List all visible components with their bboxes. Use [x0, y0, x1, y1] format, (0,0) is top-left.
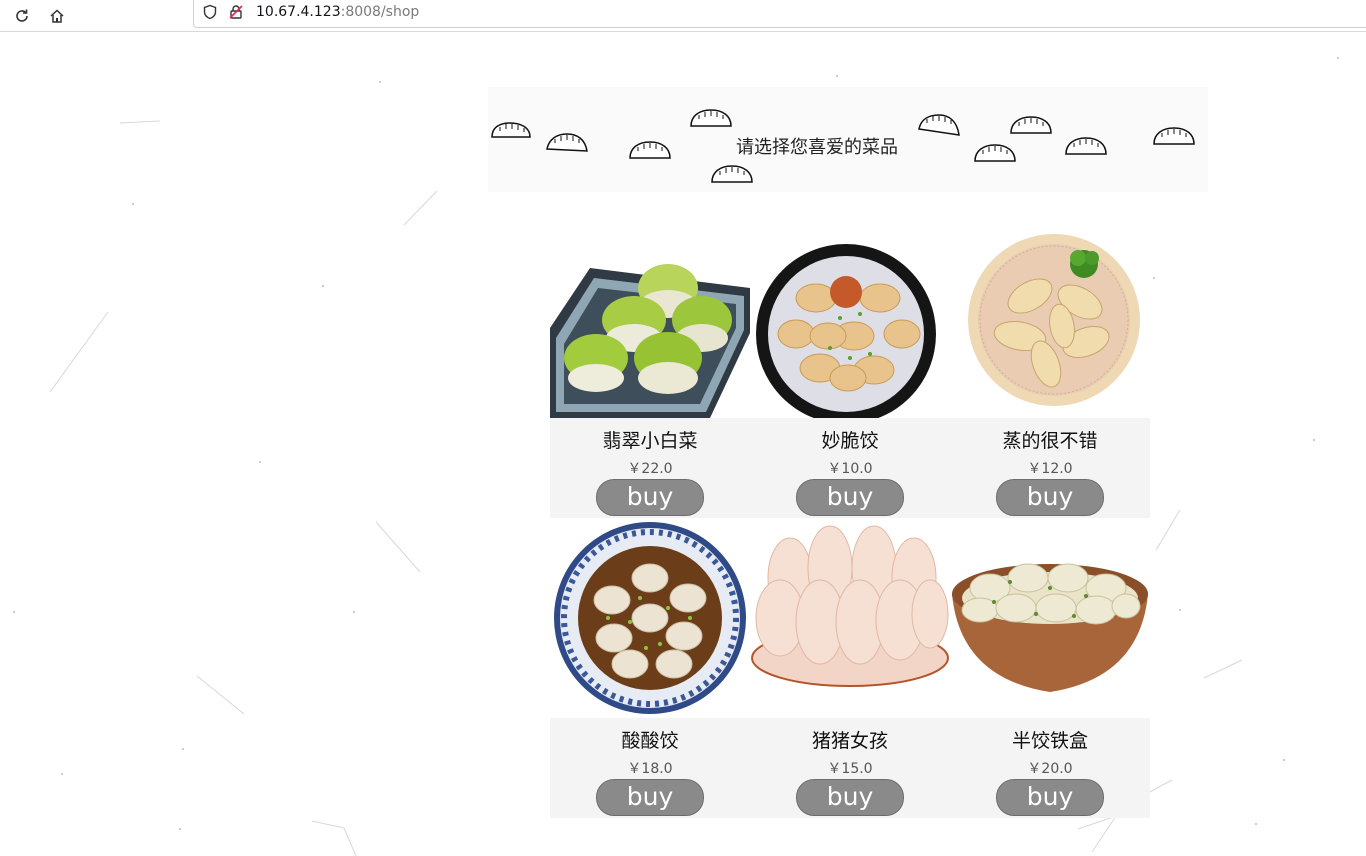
home-icon[interactable] [45, 4, 69, 28]
product-name: 半饺铁盒 [1011, 730, 1088, 752]
dumplings-wooden-bowl-image [952, 563, 1148, 692]
product-name: 翡翠小白菜 [602, 430, 698, 452]
product-card: 翡翠小白菜 ￥22.0 buy [550, 218, 750, 518]
product-info: 翡翠小白菜 ￥22.0 buy [550, 418, 750, 518]
product-card: 蒸的很不错 ￥12.0 buy [950, 218, 1150, 518]
steamed-dumplings-basket-image [968, 234, 1140, 406]
buy-button[interactable]: buy [596, 779, 704, 816]
product-price: ￥18.0 [627, 761, 673, 777]
dumpling-doodle-icon [546, 133, 588, 152]
dumpling-doodle-icon [690, 109, 732, 127]
product-price: ￥15.0 [827, 761, 873, 777]
buy-button[interactable]: buy [996, 779, 1104, 816]
sour-soup-dumplings-bowl-image [554, 522, 746, 714]
buy-button[interactable]: buy [796, 779, 904, 816]
product-price: ￥20.0 [1027, 761, 1073, 777]
dumpling-doodle-icon [974, 144, 1016, 162]
fried-dumplings-bowl-image [756, 244, 936, 418]
banner-title: 请选择您喜爱的菜品 [736, 137, 898, 158]
product-info: 蒸的很不错 ￥12.0 buy [950, 418, 1150, 518]
product-card: 猪猪女孩 ￥15.0 buy [750, 518, 950, 818]
jade-dumplings-plate-image [550, 264, 750, 418]
product-info: 猪猪女孩 ￥15.0 buy [750, 718, 950, 818]
product-info: 半饺铁盒 ￥20.0 buy [950, 718, 1150, 818]
dumpling-doodle-icon [1010, 116, 1052, 134]
dumpling-doodle-icon [711, 165, 753, 183]
product-name: 酸酸饺 [621, 730, 679, 752]
pork-dumplings-plate-image [751, 525, 949, 687]
dumpling-doodle-icon [1153, 127, 1195, 145]
reload-icon[interactable] [10, 4, 34, 28]
buy-button[interactable]: buy [996, 479, 1104, 516]
product-name: 妙脆饺 [821, 430, 879, 452]
product-card: 半饺铁盒 ￥20.0 buy [950, 518, 1150, 818]
browser-toolbar: 10.67.4.123:8008/shop [0, 0, 1366, 32]
url-text[interactable]: 10.67.4.123:8008/shop [256, 4, 419, 20]
shield-icon[interactable] [198, 0, 222, 24]
product-card: 酸酸饺 ￥18.0 buy [550, 518, 750, 818]
dumpling-doodle-icon [491, 122, 531, 138]
product-row: 酸酸饺 ￥18.0 buy 猪猪女孩 ￥15.0 buy 半饺铁盒 ￥20.0 … [550, 518, 1150, 818]
dumpling-doodle-icon [1065, 137, 1107, 155]
url-path: :8008/shop [340, 4, 420, 20]
insecure-lock-icon[interactable] [224, 0, 248, 24]
product-name: 猪猪女孩 [811, 730, 888, 752]
product-info: 酸酸饺 ￥18.0 buy [550, 718, 750, 818]
product-name: 蒸的很不错 [1002, 430, 1098, 452]
product-info: 妙脆饺 ￥10.0 buy [750, 418, 950, 518]
buy-button[interactable]: buy [796, 479, 904, 516]
product-price: ￥12.0 [1027, 461, 1073, 477]
dumpling-doodle-icon [629, 141, 671, 159]
product-grid: 翡翠小白菜 ￥22.0 buy 妙脆饺 ￥10.0 buy 蒸的很不错 ￥12.… [550, 218, 1150, 818]
product-price: ￥22.0 [627, 461, 673, 477]
product-price: ￥10.0 [827, 461, 873, 477]
address-bar[interactable]: 10.67.4.123:8008/shop [193, 0, 1366, 28]
product-row: 翡翠小白菜 ￥22.0 buy 妙脆饺 ￥10.0 buy 蒸的很不错 ￥12.… [550, 218, 1150, 518]
dumpling-doodle-icon [918, 114, 960, 136]
buy-button[interactable]: buy [596, 479, 704, 516]
product-card: 妙脆饺 ￥10.0 buy [750, 218, 950, 518]
header-banner: 请选择您喜爱的菜品 [488, 87, 1208, 192]
url-host: 10.67.4.123 [256, 4, 341, 20]
